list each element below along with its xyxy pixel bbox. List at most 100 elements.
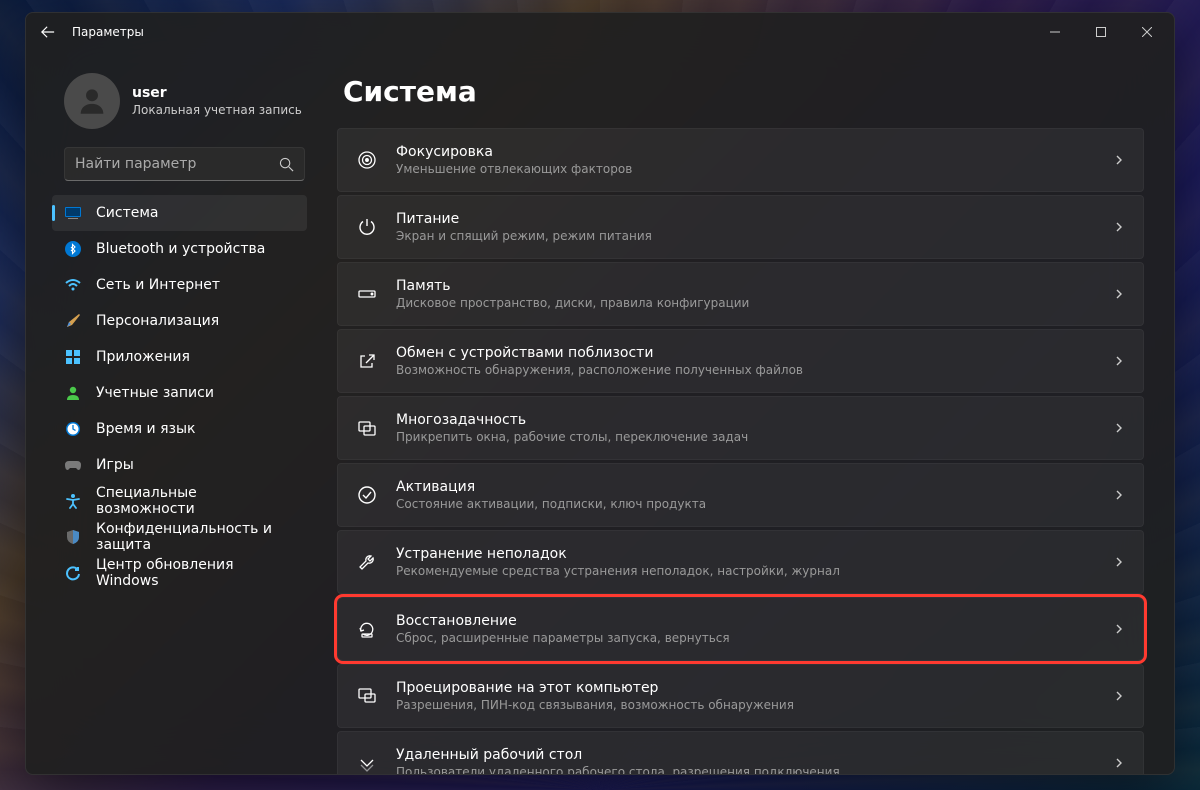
project-icon	[356, 686, 378, 706]
card-title: Питание	[396, 211, 1095, 227]
sidebar-item-games[interactable]: Игры	[52, 447, 307, 483]
user-subtitle: Локальная учетная запись	[132, 103, 302, 117]
chevron-right-icon	[1113, 754, 1125, 773]
card-subtitle: Возможность обнаружения, расположение по…	[396, 363, 1095, 377]
person-icon	[64, 384, 82, 402]
card-subtitle: Экран и спящий режим, режим питания	[396, 229, 1095, 243]
sidebar-item-accessibility[interactable]: Специальные возможности	[52, 483, 307, 519]
search-input[interactable]	[75, 156, 279, 172]
close-button[interactable]	[1124, 16, 1170, 48]
window-controls	[1032, 16, 1170, 48]
sidebar-item-wifi[interactable]: Сеть и Интернет	[52, 267, 307, 303]
sidebar-item-clock[interactable]: Время и язык	[52, 411, 307, 447]
wifi-icon	[64, 276, 82, 294]
sidebar-item-label: Конфиденциальность и защита	[96, 521, 295, 553]
sidebar-item-shield[interactable]: Конфиденциальность и защита	[52, 519, 307, 555]
card-title: Удаленный рабочий стол	[396, 747, 1095, 763]
sidebar-item-label: Персонализация	[96, 313, 219, 329]
card-title: Обмен с устройствами поблизости	[396, 345, 1095, 361]
user-account-row[interactable]: user Локальная учетная запись	[64, 73, 313, 129]
update-icon	[64, 564, 82, 582]
sidebar: user Локальная учетная запись Система Blu…	[26, 51, 321, 774]
sidebar-item-brush[interactable]: Персонализация	[52, 303, 307, 339]
card-share[interactable]: Обмен с устройствами поблизости Возможнос…	[337, 329, 1144, 393]
card-subtitle: Уменьшение отвлекающих факторов	[396, 162, 1095, 176]
chevron-right-icon	[1113, 620, 1125, 639]
card-project[interactable]: Проецирование на этот компьютер Разрешени…	[337, 664, 1144, 728]
sidebar-item-bluetooth[interactable]: Bluetooth и устройства	[52, 231, 307, 267]
card-troubleshoot[interactable]: Устранение неполадокРекомендуемые средст…	[337, 530, 1144, 594]
remote-icon	[356, 753, 378, 773]
chevron-right-icon	[1113, 553, 1125, 572]
focus-icon	[356, 150, 378, 170]
power-icon	[356, 217, 378, 237]
sidebar-item-label: Время и язык	[96, 421, 195, 437]
card-title: Активация	[396, 479, 1095, 495]
sidebar-item-label: Сеть и Интернет	[96, 277, 220, 293]
card-focus[interactable]: Фокусировка Уменьшение отвлекающих фактор…	[337, 128, 1144, 192]
storage-icon	[356, 284, 378, 304]
brush-icon	[64, 312, 82, 330]
chevron-right-icon	[1113, 486, 1125, 505]
sidebar-item-label: Приложения	[96, 349, 190, 365]
card-subtitle: Состояние активации, подписки, ключ прод…	[396, 497, 1095, 511]
user-name: user	[132, 85, 302, 101]
app-title: Параметры	[72, 25, 144, 39]
back-button[interactable]	[30, 14, 66, 50]
sidebar-item-person[interactable]: Учетные записи	[52, 375, 307, 411]
chevron-right-icon	[1113, 151, 1125, 170]
avatar	[64, 73, 120, 129]
search-icon	[279, 157, 294, 172]
sidebar-item-label: Специальные возможности	[96, 485, 295, 517]
apps-icon	[64, 348, 82, 366]
card-subtitle: Пользователи удаленного рабочего стола, …	[396, 765, 1095, 774]
sidebar-item-update[interactable]: Центр обновления Windows	[52, 555, 307, 591]
card-title: Восстановление	[396, 613, 1095, 629]
sidebar-item-system[interactable]: Система	[52, 195, 307, 231]
card-title: Память	[396, 278, 1095, 294]
clock-icon	[64, 420, 82, 438]
accessibility-icon	[64, 492, 82, 510]
troubleshoot-icon	[356, 552, 378, 572]
card-subtitle: Рекомендуемые средства устранения непола…	[396, 564, 1095, 578]
sidebar-item-label: Игры	[96, 457, 134, 473]
nav-list: Система Bluetooth и устройства Сеть и Инте…	[46, 195, 313, 591]
card-subtitle: Дисковое пространство, диски, правила ко…	[396, 296, 1095, 310]
minimize-button[interactable]	[1032, 16, 1078, 48]
games-icon	[64, 456, 82, 474]
maximize-button[interactable]	[1078, 16, 1124, 48]
search-box[interactable]	[64, 147, 305, 181]
settings-window: Параметры user Локальная учетная запись	[25, 12, 1175, 775]
sidebar-item-apps[interactable]: Приложения	[52, 339, 307, 375]
chevron-right-icon	[1113, 285, 1125, 304]
system-icon	[64, 204, 82, 222]
bluetooth-icon	[64, 240, 82, 258]
main-content[interactable]: Система Фокусировка Уменьшение отвлекающи…	[321, 51, 1174, 774]
card-subtitle: Сброс, расширенные параметры запуска, ве…	[396, 631, 1095, 645]
card-remote[interactable]: Удаленный рабочий стол Пользователи удале…	[337, 731, 1144, 774]
sidebar-item-label: Система	[96, 205, 158, 221]
chevron-right-icon	[1113, 419, 1125, 438]
sidebar-item-label: Учетные записи	[96, 385, 214, 401]
chevron-right-icon	[1113, 218, 1125, 237]
card-subtitle: Прикрепить окна, рабочие столы, переключ…	[396, 430, 1095, 444]
card-title: Фокусировка	[396, 144, 1095, 160]
recovery-icon	[356, 619, 378, 639]
chevron-right-icon	[1113, 352, 1125, 371]
card-title: Проецирование на этот компьютер	[396, 680, 1095, 696]
share-icon	[356, 351, 378, 371]
sidebar-item-label: Bluetooth и устройства	[96, 241, 265, 257]
card-storage[interactable]: Память Дисковое пространство, диски, прав…	[337, 262, 1144, 326]
chevron-right-icon	[1113, 687, 1125, 706]
card-power[interactable]: Питание Экран и спящий режим, режим питан…	[337, 195, 1144, 259]
card-activation[interactable]: Активация Состояние активации, подписки, …	[337, 463, 1144, 527]
shield-icon	[64, 528, 82, 546]
card-subtitle: Разрешения, ПИН-код связывания, возможно…	[396, 698, 1095, 712]
sidebar-item-label: Центр обновления Windows	[96, 557, 295, 589]
titlebar: Параметры	[26, 13, 1174, 51]
page-title: Система	[343, 75, 1144, 108]
card-multitask[interactable]: Многозадачность Прикрепить окна, рабочие …	[337, 396, 1144, 460]
card-title: Многозадачность	[396, 412, 1095, 428]
activation-icon	[356, 485, 378, 505]
card-recovery[interactable]: Восстановление Сброс, расширенные парамет…	[337, 597, 1144, 661]
